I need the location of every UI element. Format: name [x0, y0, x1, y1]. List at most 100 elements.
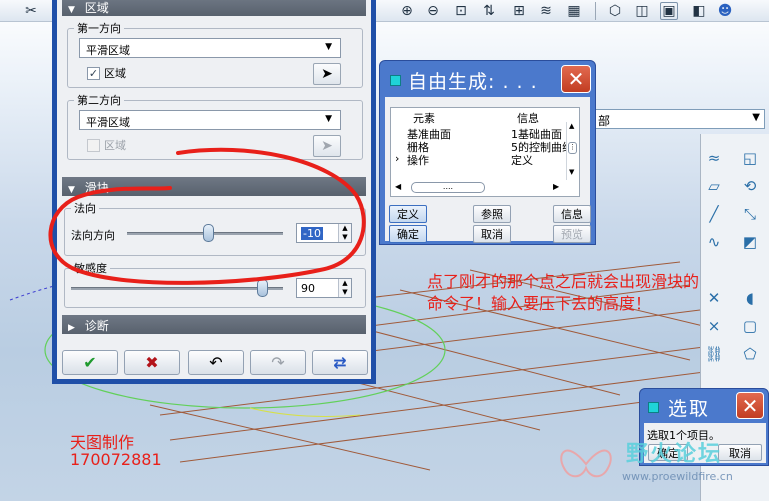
first-direction-label: 第一方向: [77, 22, 121, 35]
blend-icon[interactable]: ◩: [739, 232, 761, 252]
redo-button[interactable]: ↷: [250, 350, 306, 375]
watermark-brand: 野火论坛: [626, 442, 723, 467]
sweep-icon[interactable]: ⤡: [739, 204, 761, 224]
curve-icon[interactable]: ≈: [703, 148, 725, 168]
first-direction-value: 平滑区域: [86, 44, 130, 57]
credit-line-2: 170072881: [70, 450, 162, 469]
reorient-icon[interactable]: ⇅: [480, 2, 498, 20]
scroll-up-icon[interactable]: ▲: [569, 122, 574, 130]
undo-button[interactable]: ↶: [188, 350, 244, 375]
horizontal-scrollbar[interactable]: ◀ .... ▶: [393, 182, 565, 194]
shading-icon[interactable]: ⬡: [606, 2, 624, 20]
second-direction-combo[interactable]: 平滑区域 ▼: [79, 110, 341, 130]
info-button[interactable]: 信息: [553, 205, 591, 223]
undo-icon: ↶: [209, 353, 223, 372]
selection-filter-dropdown[interactable]: 部 ▼: [593, 109, 765, 129]
close-button[interactable]: ✕: [561, 65, 591, 93]
confirm-button[interactable]: 确定: [389, 225, 427, 243]
link-icon[interactable]: ⛓: [703, 344, 725, 364]
checkbox-unchecked[interactable]: [87, 138, 100, 152]
layers-icon[interactable]: ≋: [537, 2, 555, 20]
scissors-icon[interactable]: ✂: [22, 2, 40, 20]
list-item[interactable]: 基准曲面 1基础曲面: [391, 126, 567, 141]
diagnose-section-header[interactable]: ▶ 诊断: [62, 315, 366, 334]
second-direction-pick-button[interactable]: ➤: [313, 135, 341, 157]
checkbox-checked[interactable]: ✓: [87, 66, 100, 80]
normal-group-label: 法向: [74, 202, 96, 215]
spinner-arrows-icon[interactable]: ▲ ▼: [338, 279, 351, 297]
user-icon[interactable]: ☻: [716, 2, 734, 20]
scroll-thumb[interactable]: ....: [411, 182, 485, 193]
diagnose-section-title: 诊断: [84, 319, 109, 333]
list-item[interactable]: 栅格 5的控制曲线: [391, 139, 567, 154]
second-direction-area-checkbox[interactable]: 区域: [87, 137, 126, 153]
first-direction-area-checkbox[interactable]: ✓ 区域: [87, 65, 126, 81]
area-section-header[interactable]: ▼ 区域: [62, 0, 366, 16]
scroll-down-icon[interactable]: ▼: [569, 168, 574, 176]
area-section-title: 区域: [84, 1, 109, 15]
refit-icon[interactable]: ⊡: [452, 2, 470, 20]
sensitivity-value-spinner[interactable]: 90 ▲ ▼: [296, 278, 352, 298]
element-name: 操作: [407, 154, 429, 167]
annotation-line-1: 点了刚才的那个点之后就会出现滑块的: [427, 272, 700, 291]
window-icon: [648, 402, 659, 413]
select-dialog-title: 选取: [668, 398, 711, 420]
sketch-icon[interactable]: ∿: [703, 232, 725, 252]
spinner-arrows-icon[interactable]: ▲ ▼: [338, 224, 351, 242]
forum-watermark: 野火论坛 www.proewildfire.cn: [556, 432, 756, 501]
x-icon: ✖: [145, 353, 159, 372]
zoom-out-icon[interactable]: ⊖: [424, 2, 442, 20]
appearance-icon[interactable]: ▦: [565, 2, 583, 20]
vertical-scrollbar[interactable]: ▲ ⋮ ▼: [566, 122, 578, 180]
triangle-down-icon: ▼: [68, 185, 75, 195]
reference-button[interactable]: 参照: [473, 205, 511, 223]
view-list-icon[interactable]: ⊞: [510, 2, 528, 20]
axis-icon[interactable]: ╱: [703, 204, 725, 224]
element-list[interactable]: 元素 信息 基准曲面 1基础曲面 栅格 5的控制曲线 › 操作 定义 ▲ ⋮ ▼: [390, 107, 580, 197]
refresh-button[interactable]: ⇄: [312, 350, 368, 375]
mirror-icon[interactable]: ✕: [703, 288, 725, 308]
triangle-right-icon: ▶: [68, 323, 75, 333]
chevron-right-icon: ›: [395, 152, 400, 165]
preview-button[interactable]: 预览: [553, 225, 591, 243]
element-info: 定义: [511, 154, 533, 167]
first-direction-pick-button[interactable]: ➤: [313, 63, 341, 85]
no-hidden-icon[interactable]: ◧: [690, 2, 708, 20]
scroll-left-icon[interactable]: ◀: [395, 182, 401, 191]
list-item[interactable]: › 操作 定义: [391, 152, 567, 167]
pointer-icon: ➤: [321, 138, 333, 154]
extrude-icon[interactable]: ◱: [739, 148, 761, 168]
shell-icon[interactable]: ▢: [739, 316, 761, 336]
slider-section-header[interactable]: ▼ 滑块: [62, 177, 366, 196]
annotation-line-2: 命令了！输入要压下去的高度！: [427, 294, 652, 313]
sensitivity-group-label: 敏感度: [74, 262, 107, 275]
scroll-right-icon[interactable]: ▶: [553, 182, 559, 191]
revolve-icon[interactable]: ⟲: [739, 176, 761, 196]
cancel-button[interactable]: 取消: [473, 225, 511, 243]
normal-slider-thumb[interactable]: [203, 224, 215, 242]
trim-icon[interactable]: ⨯: [703, 316, 725, 336]
offset-icon[interactable]: ⬠: [739, 344, 761, 364]
chevron-down-icon: ▼: [752, 112, 760, 123]
ok-button[interactable]: ✔: [62, 350, 118, 375]
datum-plane-icon[interactable]: ▱: [703, 176, 725, 196]
round-icon[interactable]: ◖: [739, 288, 761, 308]
chevron-down-icon: ▼: [325, 114, 332, 124]
close-button[interactable]: ✕: [736, 392, 764, 419]
sensitivity-slider-thumb[interactable]: [256, 279, 268, 297]
normal-value-spinner[interactable]: -10 ▲ ▼: [296, 223, 352, 243]
sensitivity-slider-track[interactable]: [71, 287, 283, 290]
chevron-down-icon: ▼: [325, 42, 332, 52]
toolbar-separator: [595, 2, 596, 20]
wireframe-icon[interactable]: ◫: [633, 2, 651, 20]
zoom-in-icon[interactable]: ⊕: [398, 2, 416, 20]
hidden-line-icon[interactable]: ▣: [660, 2, 678, 20]
close-icon: ✕: [567, 67, 585, 91]
scroll-thumb[interactable]: ⋮: [568, 142, 577, 154]
first-direction-combo[interactable]: 平滑区域 ▼: [79, 38, 341, 58]
cancel-button[interactable]: ✖: [124, 350, 180, 375]
first-direction-area-label: 区域: [104, 67, 126, 80]
define-button[interactable]: 定义: [389, 205, 427, 223]
close-icon: ✕: [741, 393, 759, 418]
triangle-down-icon: ▼: [68, 5, 75, 15]
